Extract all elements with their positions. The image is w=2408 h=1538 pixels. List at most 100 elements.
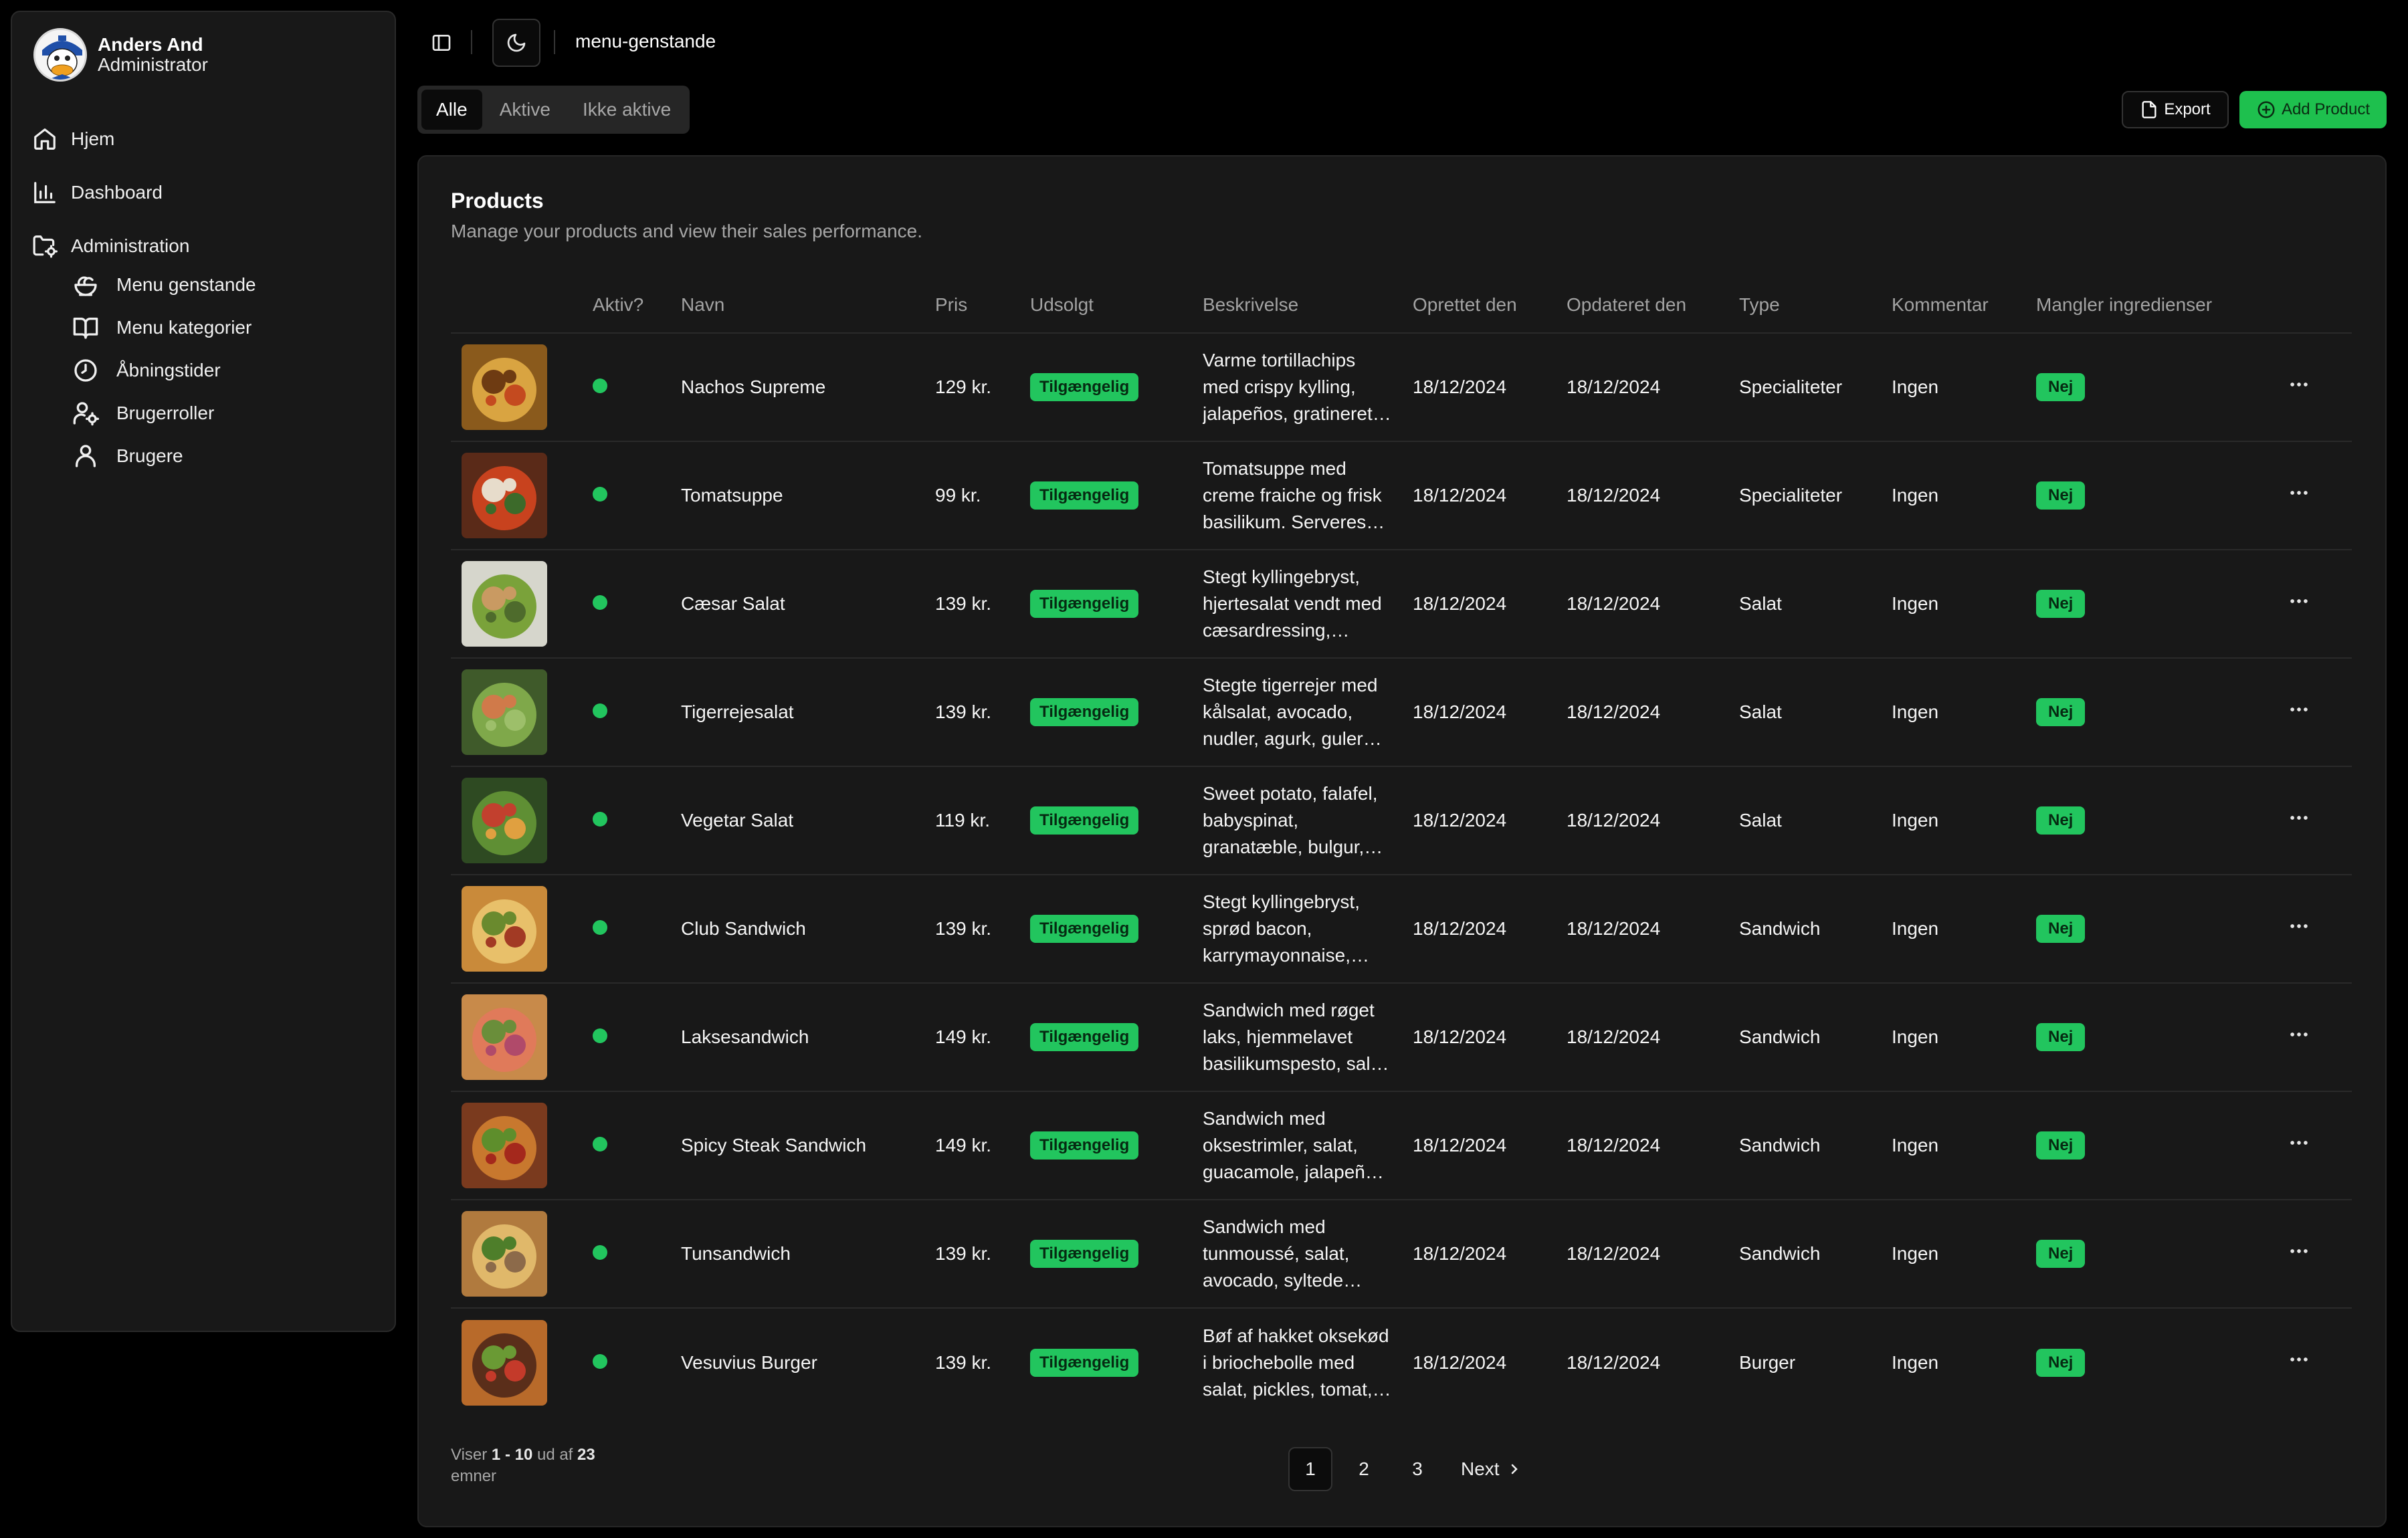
column-header[interactable]: Kommentar <box>1892 277 2036 334</box>
summary-suffix: emner <box>451 1467 497 1485</box>
user-icon <box>76 445 96 467</box>
active-status-dot <box>593 920 607 935</box>
tab-ikke-aktive[interactable]: Ikke aktive <box>568 90 686 130</box>
active-status-dot <box>593 1245 607 1260</box>
description-line: babyspinat, <box>1203 810 1299 831</box>
availability-badge: Tilgængelig <box>1030 1348 1139 1377</box>
missing-ingredients-badge: Nej <box>2036 481 2086 510</box>
table-row[interactable]: Spicy Steak Sandwich 149 kr. Tilgængelig… <box>451 1091 2352 1200</box>
nav-item-menu-kategorier[interactable]: Menu kategorier <box>72 306 380 349</box>
tab-alle[interactable]: Alle <box>421 90 482 130</box>
add-product-label: Add Product <box>2281 100 2371 118</box>
description-line: Varme tortillachips <box>1203 350 1356 370</box>
more-actions-button[interactable] <box>2246 1240 2352 1269</box>
more-actions-button[interactable] <box>2246 806 2352 835</box>
table-row[interactable]: Club Sandwich 139 kr. Tilgængelig Stegt … <box>451 875 2352 984</box>
more-actions-button[interactable] <box>2246 915 2352 944</box>
more-actions-button[interactable] <box>2246 373 2352 402</box>
nav-item-brugere[interactable]: Brugere <box>72 435 380 477</box>
table-row[interactable]: Tomatsuppe 99 kr. Tilgængelig Tomatsuppe… <box>451 441 2352 550</box>
table-row[interactable]: Nachos Supreme 129 kr. Tilgængelig Varme… <box>451 333 2352 442</box>
column-header[interactable]: Mangler ingredienser <box>2036 277 2246 334</box>
ellipsis-icon <box>2290 1140 2308 1145</box>
page-button-1[interactable]: 1 <box>1288 1447 1332 1491</box>
export-button[interactable]: Export <box>2122 91 2229 128</box>
soldout-cell: Tilgængelig <box>1030 1308 1203 1416</box>
updated-cell: 18/12/2024 <box>1567 441 1739 550</box>
active-status-dot <box>593 812 607 827</box>
nav-item-brugerroller[interactable]: Brugerroller <box>72 392 380 435</box>
more-actions-button[interactable] <box>2246 698 2352 727</box>
missing-ingredients-badge: Nej <box>2036 1348 2086 1377</box>
description-line: Stegt kyllingebryst, <box>1203 891 1360 912</box>
sidebar-toggle-button[interactable] <box>428 29 455 56</box>
summary-prefix: Viser <box>451 1446 488 1464</box>
column-header[interactable]: Type <box>1739 277 1892 334</box>
product-image <box>462 561 547 647</box>
theme-toggle-button[interactable] <box>492 19 540 67</box>
page-button-3[interactable]: 3 <box>1395 1447 1439 1491</box>
description-line: avocado, syltede… <box>1203 1270 1363 1291</box>
tab-aktive[interactable]: Aktive <box>485 90 565 130</box>
table-row[interactable]: Cæsar Salat 139 kr. Tilgængelig Stegt ky… <box>451 550 2352 659</box>
more-actions-button[interactable] <box>2246 1131 2352 1160</box>
column-header[interactable]: Udsolgt <box>1030 277 1203 334</box>
missing-ingredients-cell: Nej <box>2036 1091 2246 1200</box>
user-profile[interactable]: Anders And Administrator <box>33 28 208 82</box>
availability-badge: Tilgængelig <box>1030 698 1139 726</box>
column-header[interactable]: Navn <box>681 277 935 334</box>
column-header[interactable]: Aktiv? <box>593 277 681 334</box>
column-header[interactable]: Beskrivelse <box>1203 277 1413 334</box>
type-cell: Sandwich <box>1739 875 1892 984</box>
add-product-button[interactable]: Add Product <box>2239 91 2387 128</box>
more-actions-button[interactable] <box>2246 481 2352 510</box>
ellipsis-icon <box>2290 382 2308 387</box>
table-row[interactable]: Tigerrejesalat 139 kr. Tilgængelig Stegt… <box>451 658 2352 767</box>
active-status-dot <box>593 1137 607 1151</box>
updated-cell: 18/12/2024 <box>1567 766 1739 875</box>
table-row[interactable]: Laksesandwich 149 kr. Tilgængelig Sandwi… <box>451 983 2352 1092</box>
type-cell: Salat <box>1739 658 1892 767</box>
active-status-dot <box>593 378 607 393</box>
image-cell <box>451 983 593 1092</box>
table-row[interactable]: Vegetar Salat 119 kr. Tilgængelig Sweet … <box>451 766 2352 875</box>
more-actions-button[interactable] <box>2246 590 2352 619</box>
ellipsis-icon <box>2290 923 2308 928</box>
nav-item-abningstider[interactable]: Åbningstider <box>72 349 380 392</box>
description-line: Sweet potato, falafel, <box>1203 783 1378 804</box>
description-line: basilikum. Serveres… <box>1203 512 1385 532</box>
column-header[interactable]: Pris <box>935 277 1030 334</box>
missing-ingredients-badge: Nej <box>2036 373 2086 401</box>
created-cell: 18/12/2024 <box>1413 658 1567 767</box>
image-cell <box>451 1091 593 1200</box>
nav-item-hjem[interactable]: Hjem <box>32 112 380 166</box>
table-row[interactable]: Vesuvius Burger 139 kr. Tilgængelig Bøf … <box>451 1308 2352 1416</box>
user-role: Administrator <box>98 54 208 75</box>
type-cell: Sandwich <box>1739 1200 1892 1309</box>
actions-cell <box>2246 766 2352 875</box>
column-header[interactable]: Opdateret den <box>1567 277 1739 334</box>
type-cell: Sandwich <box>1739 983 1892 1092</box>
price-cell: 149 kr. <box>935 1091 1030 1200</box>
created-cell: 18/12/2024 <box>1413 983 1567 1092</box>
description-line: cæsardressing,… <box>1203 620 1350 641</box>
description-line: creme fraiche og frisk <box>1203 485 1382 506</box>
table-row[interactable]: Tunsandwich 139 kr. Tilgængelig Sandwich… <box>451 1200 2352 1309</box>
column-header[interactable]: Oprettet den <box>1413 277 1567 334</box>
nav-item-label: Åbningstider <box>116 360 221 380</box>
created-cell: 18/12/2024 <box>1413 550 1567 659</box>
user-name: Anders And <box>98 34 203 55</box>
nav-item-dashboard[interactable]: Dashboard <box>32 166 380 219</box>
description-line: hjertesalat vendt med <box>1203 593 1382 614</box>
more-actions-button[interactable] <box>2246 1348 2352 1377</box>
more-actions-button[interactable] <box>2246 1023 2352 1052</box>
next-page-button[interactable]: Next <box>1461 1458 1522 1480</box>
image-cell <box>451 1200 593 1309</box>
created-cell: 18/12/2024 <box>1413 1200 1567 1309</box>
updated-cell: 18/12/2024 <box>1567 550 1739 659</box>
missing-ingredients-badge: Nej <box>2036 1240 2086 1268</box>
comment-cell: Ingen <box>1892 1200 2036 1309</box>
comment-cell: Ingen <box>1892 766 2036 875</box>
nav-item-menu-genstande[interactable]: Menu genstande <box>72 263 380 306</box>
page-button-2[interactable]: 2 <box>1342 1447 1386 1491</box>
